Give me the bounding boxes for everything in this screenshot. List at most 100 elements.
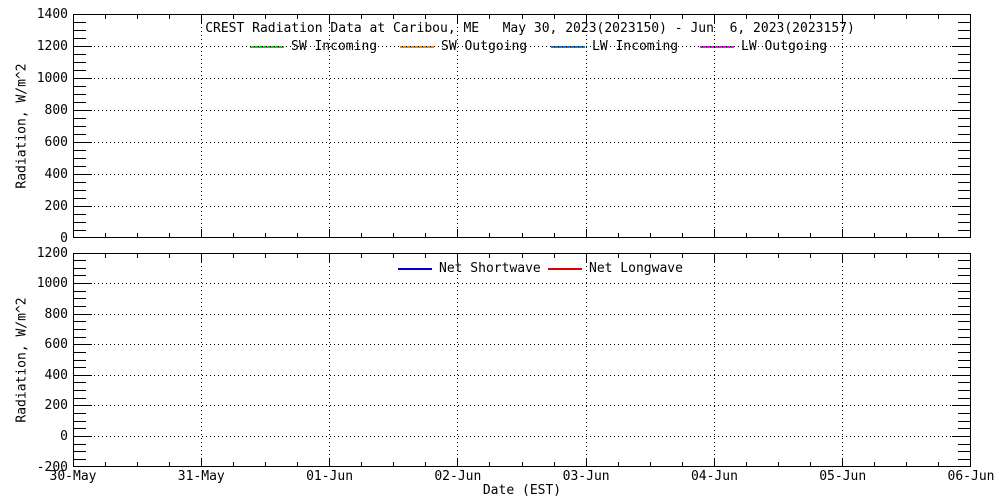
x-tick-mark: [874, 233, 876, 237]
y-tick-mark: [952, 109, 970, 111]
x-tick-mark: [617, 254, 619, 258]
y-tick-mark: [958, 189, 970, 191]
x-tick-mark: [200, 229, 202, 237]
y-tick-label: 1200: [36, 245, 68, 261]
x-tick-mark: [232, 254, 234, 258]
y-tick-mark: [74, 189, 86, 191]
gridline-horizontal: [74, 77, 970, 79]
x-tick-mark: [521, 233, 523, 237]
y-tick-mark: [74, 260, 86, 262]
x-tick-mark: [136, 15, 138, 19]
y-tick-mark: [958, 451, 970, 453]
y-tick-mark: [958, 443, 970, 445]
y-tick-label: 200: [44, 398, 68, 414]
y-tick-mark: [74, 390, 86, 392]
x-tick-mark: [393, 233, 395, 237]
x-tick-mark: [521, 462, 523, 466]
y-tick-mark: [952, 405, 970, 407]
x-tick-mark: [104, 233, 106, 237]
x-tick-mark: [842, 15, 844, 23]
y-tick-mark: [958, 29, 970, 31]
x-tick-mark: [874, 15, 876, 19]
gridline-horizontal: [74, 344, 970, 346]
y-tick-label: 1400: [36, 6, 68, 22]
x-tick-mark: [649, 254, 651, 258]
y-tick-mark: [74, 374, 92, 376]
gridline-horizontal: [74, 205, 970, 207]
x-tick-mark: [713, 15, 715, 23]
y-tick-mark: [74, 197, 86, 199]
y-tick-mark: [958, 351, 970, 353]
y-tick-mark: [958, 290, 970, 292]
y-tick-mark: [958, 101, 970, 103]
y-tick-mark: [74, 306, 86, 307]
y-tick-mark: [74, 405, 92, 407]
x-tick-mark: [104, 254, 106, 258]
x-tick-mark: [842, 229, 844, 237]
legend-label-net-shortwave: Net Shortwave: [439, 261, 541, 276]
gridline-vertical: [457, 254, 459, 466]
x-tick-mark: [264, 462, 266, 466]
x-tick-mark: [361, 254, 363, 258]
x-tick-mark: [938, 233, 940, 237]
legend-swatch-net-longwave: [548, 268, 582, 270]
y-tick-mark: [74, 428, 86, 430]
x-tick-mark: [746, 15, 747, 19]
x-tick-mark: [136, 462, 138, 466]
x-tick-mark: [746, 254, 747, 258]
x-tick-mark: [553, 462, 555, 466]
y-tick-label: 800: [44, 102, 68, 118]
y-tick-mark: [958, 53, 970, 55]
x-tick-mark: [778, 462, 780, 466]
gridline-horizontal: [74, 109, 970, 111]
y-tick-mark: [74, 61, 86, 63]
gridline-vertical: [200, 15, 202, 237]
y-tick-mark: [74, 213, 86, 215]
x-tick-mark: [617, 233, 619, 237]
x-tick-label: 03-Jun: [562, 469, 610, 484]
y-tick-label: 0: [60, 230, 68, 246]
gridline-vertical: [329, 254, 331, 466]
x-tick-mark: [681, 233, 683, 237]
y-tick-mark: [74, 397, 86, 399]
y-tick-mark: [958, 125, 970, 127]
x-tick-mark: [553, 254, 555, 258]
legend-label-sw-incoming: SW Incoming: [291, 39, 378, 54]
y-tick-label: 400: [44, 166, 68, 182]
x-tick-mark: [168, 462, 170, 466]
x-tick-mark: [874, 254, 876, 258]
y-tick-mark: [74, 443, 86, 445]
x-tick-mark: [906, 254, 908, 258]
x-tick-mark: [361, 233, 363, 237]
y-tick-mark: [952, 435, 970, 437]
x-axis-title: Date (EST): [482, 483, 562, 498]
x-tick-mark: [521, 15, 523, 19]
y-tick-label: 800: [44, 306, 68, 322]
gridline-horizontal: [74, 435, 970, 437]
y-tick-mark: [74, 29, 86, 31]
y-tick-mark: [74, 141, 92, 143]
x-tick-mark: [842, 458, 844, 466]
y-tick-mark: [74, 125, 86, 127]
y-tick-mark: [74, 298, 86, 300]
legend-label-net-longwave: Net Longwave: [589, 261, 683, 276]
x-tick-mark: [297, 462, 298, 466]
y-tick-mark: [74, 53, 86, 55]
x-tick-mark: [585, 458, 587, 466]
y-tick-mark: [958, 336, 970, 338]
x-tick-mark: [553, 15, 555, 19]
y-tick-mark: [74, 420, 86, 422]
gridline-horizontal: [74, 173, 970, 175]
gridline-vertical: [713, 254, 715, 466]
y-tick-mark: [74, 101, 86, 103]
y-tick-mark: [958, 133, 970, 135]
x-tick-mark: [810, 15, 812, 19]
x-tick-mark: [810, 233, 812, 237]
y-tick-mark: [958, 221, 970, 223]
y-tick-mark: [958, 37, 970, 39]
x-tick-mark: [489, 233, 491, 237]
y-tick-mark: [958, 328, 970, 330]
x-tick-mark: [425, 233, 427, 237]
radiation-figure: CREST Radiation Data at Caribou, ME May …: [0, 0, 1000, 500]
y-tick-label: 1000: [36, 70, 68, 86]
